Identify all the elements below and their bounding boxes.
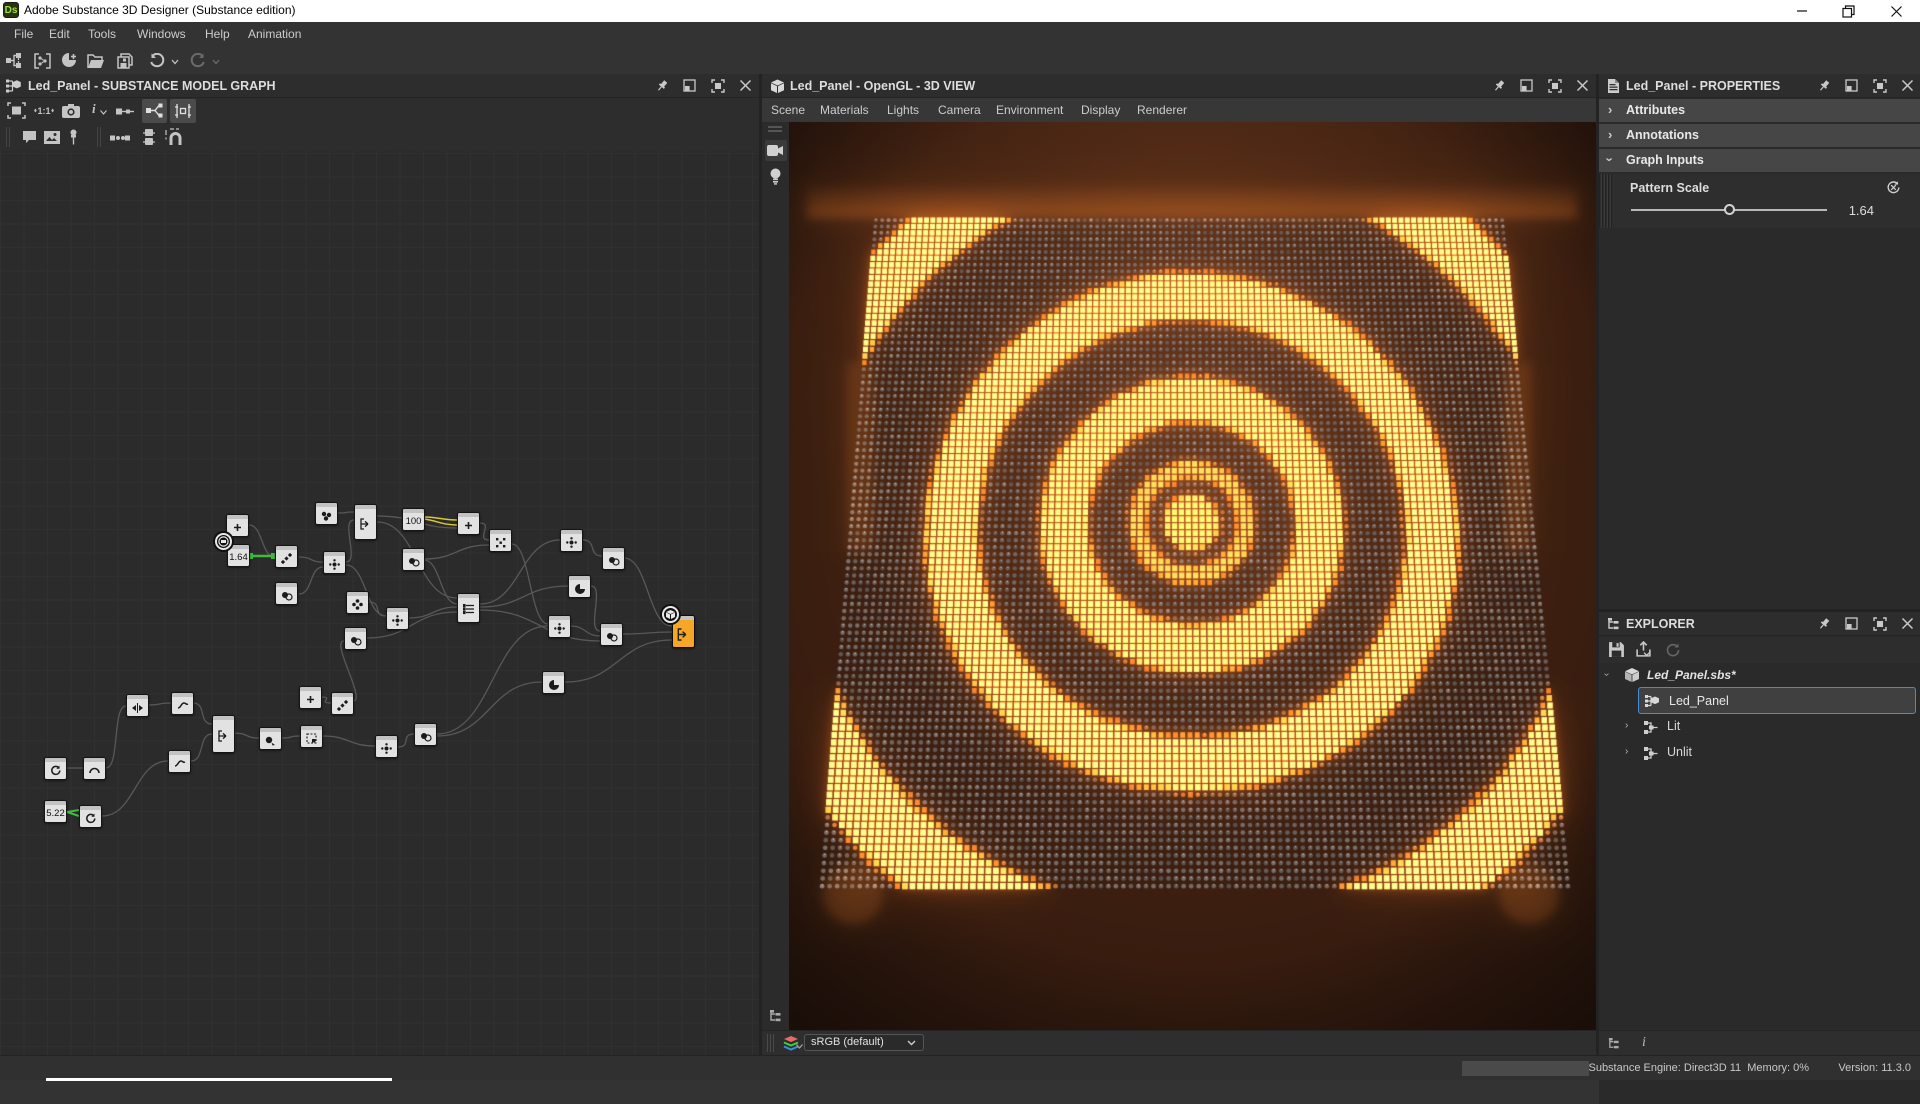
svg-text:1:1: 1:1 xyxy=(38,106,51,116)
